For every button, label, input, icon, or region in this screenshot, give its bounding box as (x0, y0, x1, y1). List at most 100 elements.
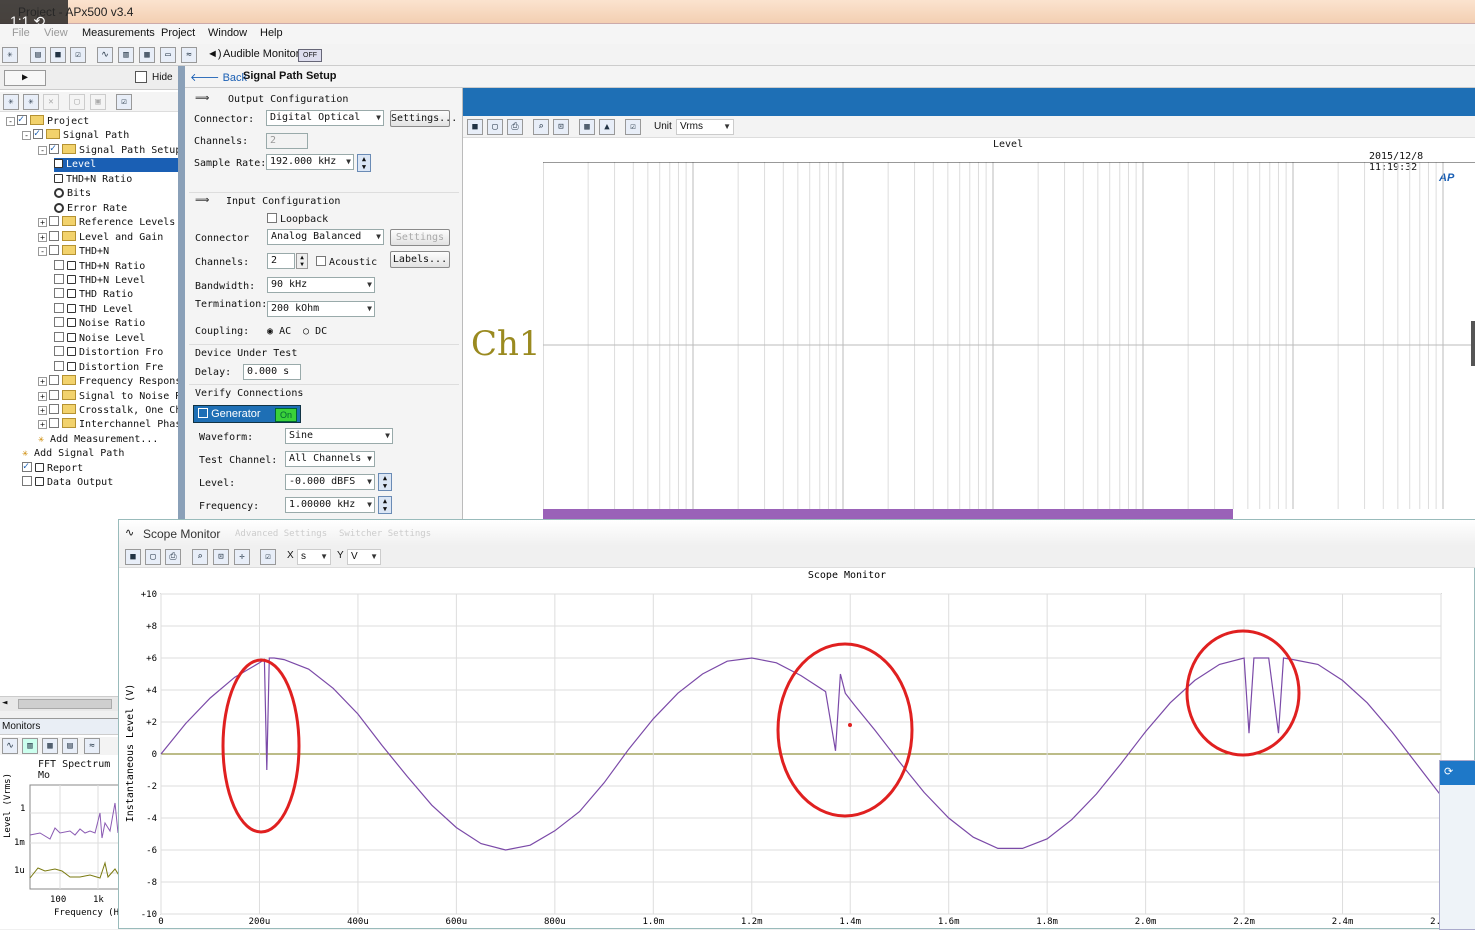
unit-select[interactable]: Vrms (676, 119, 734, 135)
tree-item[interactable]: THD Level (54, 302, 178, 317)
input-settings-button[interactable]: Settings (390, 229, 450, 246)
tree-item[interactable]: Error Rate (54, 202, 178, 216)
fft-monitor-icon[interactable]: ∿ (97, 47, 113, 63)
properties-icon[interactable]: ☑ (625, 119, 641, 135)
tree-item[interactable]: Distortion Fre (54, 360, 178, 375)
waveform-select[interactable]: Sine (285, 428, 393, 444)
menu-measurements[interactable]: Measurements (82, 27, 155, 39)
tree-checkbox[interactable] (33, 127, 43, 141)
tree-checkbox[interactable] (54, 346, 64, 357)
input-channels-field[interactable]: 2 (267, 253, 295, 269)
expand-toggle-icon[interactable]: - (6, 117, 15, 126)
scroll-left-icon[interactable]: ◄ (2, 698, 7, 708)
hide-label[interactable]: Hide (152, 72, 173, 83)
autoscale-icon[interactable]: ⊡ (553, 119, 569, 135)
expand-toggle-icon[interactable]: + (38, 232, 47, 242)
coupling-dc-radio[interactable]: ○ (303, 326, 309, 337)
y-unit-select[interactable]: V (347, 549, 381, 565)
tree-item[interactable]: Data Output (22, 476, 178, 490)
tree-checkbox[interactable] (49, 389, 59, 400)
expand-toggle-icon[interactable]: + (38, 420, 47, 430)
tree-item[interactable]: + Signal to Noise R (38, 389, 178, 404)
level-icon[interactable]: ▦ (42, 738, 58, 754)
level-graph-scroll-handle[interactable] (1471, 321, 1475, 366)
copy-icon[interactable]: ▢ (145, 549, 161, 565)
autoscale-icon[interactable]: ⊡ (213, 549, 229, 565)
tree-checkbox[interactable] (49, 404, 59, 414)
tree-item[interactable]: ✳ Add Signal Path (22, 447, 178, 461)
run-button[interactable]: ▶ (4, 70, 46, 86)
expand-toggle-icon[interactable]: + (38, 377, 47, 387)
test-channel-select[interactable]: All Channels (285, 451, 375, 467)
level-select[interactable]: -0.000 dBFS (285, 474, 375, 490)
tree-checkbox[interactable] (49, 245, 59, 256)
sample-rate-stepper[interactable]: ▲ ▼ (357, 154, 371, 172)
tree-item[interactable]: + Reference Levels (38, 216, 178, 230)
tree-checkbox[interactable] (49, 375, 59, 386)
scope-icon[interactable]: ≈ (84, 738, 100, 754)
loopback-checkbox[interactable] (267, 213, 277, 223)
level-meter-icon[interactable]: ▦ (139, 47, 155, 63)
menu-view[interactable]: View (44, 27, 68, 39)
tree-item[interactable]: - Signal Path Setup (38, 142, 178, 158)
tree-checkbox[interactable] (49, 216, 59, 227)
tree-item[interactable]: THD+N Level (54, 273, 178, 288)
meter-icon[interactable]: ▥ (22, 738, 38, 754)
navigator-splitter[interactable] (178, 66, 185, 521)
expand-toggle-icon[interactable]: + (38, 406, 47, 415)
acoustic-checkbox[interactable] (316, 256, 326, 266)
tree-item[interactable]: Report (22, 460, 178, 476)
input-channels-stepper[interactable]: ▲ ▼ (296, 253, 308, 269)
graph-type-icon[interactable]: ▲ (599, 119, 615, 135)
properties-icon[interactable]: ☑ (70, 47, 86, 63)
zoom-icon[interactable]: ⌕ (192, 549, 208, 565)
tree-checkbox[interactable] (54, 259, 64, 270)
tree-item[interactable]: THD+N Ratio (54, 259, 178, 274)
expand-toggle-icon[interactable]: - (22, 131, 31, 141)
tree-item[interactable]: + Level and Gain (38, 230, 178, 245)
delete-icon[interactable]: ✕ (43, 94, 59, 110)
tree-checkbox[interactable] (54, 302, 64, 313)
tree-item[interactable]: - THD+N (38, 245, 178, 259)
output-channels-field[interactable]: 2 (266, 133, 308, 149)
tree-checkbox[interactable] (49, 418, 59, 429)
tree-checkbox[interactable] (54, 360, 64, 371)
tree-item[interactable]: Noise Ratio (54, 317, 178, 331)
menu-project[interactable]: Project (161, 27, 195, 39)
labels-button[interactable]: Labels... (390, 251, 450, 268)
tree-checkbox[interactable] (17, 114, 27, 127)
fft-icon[interactable]: ∿ (2, 738, 18, 754)
audible-monitor-toggle[interactable]: OFF (298, 49, 322, 62)
meter-icon[interactable]: ▥ (118, 47, 134, 63)
sample-rate-select[interactable]: 192.000 kHz (266, 154, 354, 170)
paste-icon[interactable]: ▣ (90, 94, 106, 110)
output-settings-button[interactable]: Settings... (390, 110, 457, 127)
crosshair-icon[interactable]: ✛ (234, 549, 250, 565)
tree-checkbox[interactable] (54, 273, 64, 284)
zoom-icon[interactable]: ⌕ (533, 119, 549, 135)
input-connector-select[interactable]: Analog Balanced (267, 229, 384, 245)
bandwidth-select[interactable]: 90 kHz (267, 277, 375, 293)
menu-window[interactable]: Window (208, 27, 247, 39)
frequency-stepper[interactable]: ▲ ▼ (378, 496, 392, 514)
properties-icon[interactable]: ☑ (116, 94, 132, 110)
print-icon[interactable]: ⎙ (165, 549, 181, 565)
tree-item[interactable]: + Frequency Respons (38, 375, 178, 389)
properties-icon[interactable]: ☑ (260, 549, 276, 565)
delay-field[interactable]: 0.000 s (243, 364, 301, 380)
tree-checkbox[interactable] (22, 476, 32, 487)
back-button[interactable]: 🡐 Back (190, 70, 247, 84)
add-item-icon[interactable]: ✳ (23, 94, 39, 110)
expand-toggle-icon[interactable]: + (38, 391, 47, 401)
save-icon[interactable]: ■ (50, 47, 66, 63)
side-popup[interactable]: ⟳ (1439, 760, 1475, 930)
monitor-icon[interactable]: ▭ (160, 47, 176, 63)
table-icon[interactable]: ▦ (579, 119, 595, 135)
tree-item[interactable]: Distortion Fro (54, 346, 178, 360)
menu-file[interactable]: File (12, 27, 30, 39)
termination-select[interactable]: 200 kOhm (267, 301, 375, 317)
tree-checkbox[interactable] (54, 288, 64, 299)
tree-checkbox[interactable] (49, 230, 59, 241)
open-icon[interactable]: ▤ (30, 47, 46, 63)
save-icon[interactable]: ■ (125, 549, 141, 565)
